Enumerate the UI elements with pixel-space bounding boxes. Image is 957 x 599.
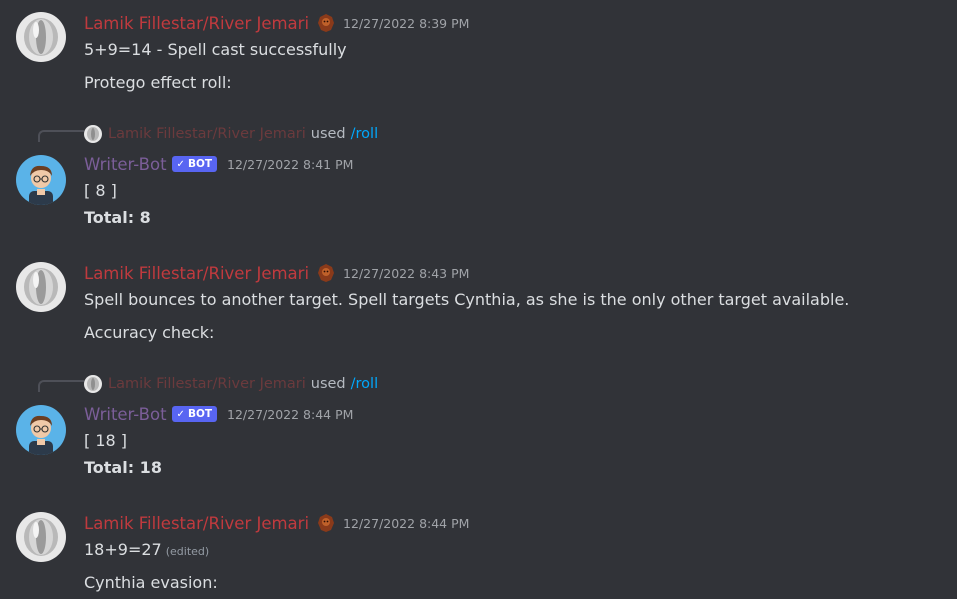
house-crest-icon [315, 512, 337, 534]
mini-avatar [84, 125, 102, 143]
mini-avatar [84, 375, 102, 393]
chat-messages: Lamik Fillestar/River Jemari 12/27/2022 … [0, 0, 957, 599]
house-crest-icon [315, 12, 337, 34]
avatar[interactable] [16, 512, 66, 562]
verified-check-icon: ✓ [176, 408, 185, 420]
reply-reference[interactable]: Lamik Fillestar/River Jemari used /roll [84, 124, 378, 144]
author-name[interactable]: Writer-Bot [84, 155, 167, 174]
slash-command[interactable]: /roll [351, 126, 378, 142]
author-name[interactable]: Lamik Fillestar/River Jemari [84, 14, 309, 33]
message-line: Accuracy check: [84, 323, 215, 342]
timestamp[interactable]: 12/27/2022 8:44 PM [227, 407, 353, 422]
message-line: Spell bounces to another target. Spell t… [84, 290, 850, 309]
roll-result: [ 8 ] [84, 181, 117, 200]
roll-result: [ 18 ] [84, 431, 128, 450]
reply-spine [38, 380, 84, 392]
house-crest-icon [315, 262, 337, 284]
sphere-avatar-icon [16, 12, 66, 62]
message-line: 18+9=27 (edited) [84, 540, 210, 559]
author-name[interactable]: Lamik Fillestar/River Jemari [84, 264, 309, 283]
avatar[interactable] [16, 155, 66, 205]
roll-total: Total: 8 [84, 208, 151, 227]
slash-command[interactable]: /roll [351, 376, 378, 392]
reply-spine [38, 130, 84, 142]
sphere-avatar-icon [84, 125, 102, 143]
reply-used-text: used [310, 376, 346, 392]
avatar[interactable] [16, 405, 66, 455]
reply-author[interactable]: Lamik Fillestar/River Jemari [108, 126, 306, 142]
bot-badge: ✓ BOT [171, 156, 218, 172]
author-name[interactable]: Writer-Bot [84, 405, 167, 424]
bot-badge: ✓ BOT [171, 406, 218, 422]
sphere-avatar-icon [16, 512, 66, 562]
reply-used-text: used [310, 126, 346, 142]
writer-bot-avatar-icon [16, 405, 66, 455]
roll-total: Total: 18 [84, 458, 162, 477]
timestamp[interactable]: 12/27/2022 8:39 PM [343, 16, 469, 31]
message-line: Protego effect roll: [84, 73, 232, 92]
verified-check-icon: ✓ [176, 158, 185, 170]
timestamp[interactable]: 12/27/2022 8:43 PM [343, 266, 469, 281]
timestamp[interactable]: 12/27/2022 8:41 PM [227, 157, 353, 172]
message-line: 5+9=14 - Spell cast successfully [84, 40, 347, 59]
reply-reference[interactable]: Lamik Fillestar/River Jemari used /roll [84, 374, 378, 394]
writer-bot-avatar-icon [16, 155, 66, 205]
sphere-avatar-icon [84, 375, 102, 393]
message-line: Cynthia evasion: [84, 573, 218, 592]
author-name[interactable]: Lamik Fillestar/River Jemari [84, 514, 309, 533]
timestamp[interactable]: 12/27/2022 8:44 PM [343, 516, 469, 531]
avatar[interactable] [16, 12, 66, 62]
reply-author[interactable]: Lamik Fillestar/River Jemari [108, 376, 306, 392]
sphere-avatar-icon [16, 262, 66, 312]
avatar[interactable] [16, 262, 66, 312]
edited-label: (edited) [165, 545, 210, 558]
